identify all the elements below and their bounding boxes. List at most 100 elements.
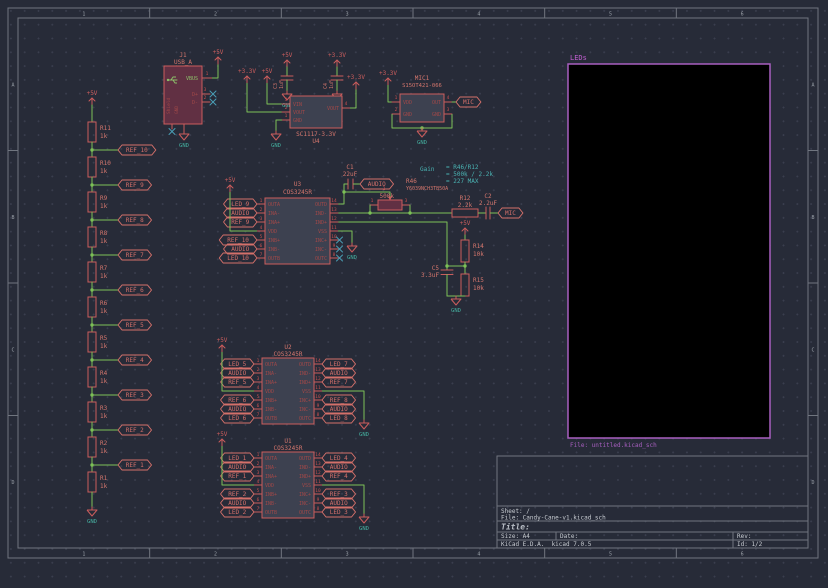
resistor-R4[interactable]: R41k (88, 367, 108, 387)
titleblock-size: Size: A4 (501, 533, 530, 540)
net-label-REF_9[interactable]: REF_9 (118, 180, 152, 190)
power-symbol-+3.3V[interactable]: +3.3V (238, 68, 256, 83)
pin-name: IND+ (299, 474, 311, 480)
pin-number: 1 (371, 198, 374, 204)
resistor-R15[interactable]: R1510k (461, 274, 484, 296)
pin-number: 1 (257, 358, 260, 364)
value: 1k (100, 308, 108, 315)
power-symbol-+5V[interactable]: +5V (87, 90, 98, 105)
power-symbol-+3.3V[interactable]: +3.3V (347, 74, 365, 89)
resistor-R2[interactable]: R21k (88, 437, 108, 457)
net-label-text: AUDIO (330, 500, 348, 507)
frame-column-label: 6 (741, 552, 744, 558)
gnd-symbol[interactable]: GND (417, 128, 427, 146)
power-label: +3.3V (347, 74, 365, 81)
gnd-symbol[interactable]: GND (359, 420, 369, 438)
resistor-R8[interactable]: R81k (88, 227, 108, 247)
power-symbol-+5V[interactable]: +5V (213, 49, 224, 64)
sheet-name: LEDs (570, 54, 587, 62)
net-label-text: AUDIO (228, 406, 246, 413)
net-label-REF_10[interactable]: REF_10 (118, 145, 156, 155)
value: 1k (100, 378, 108, 385)
net-label-REF_7[interactable]: REF_7 (118, 250, 152, 260)
gnd-symbol[interactable]: GND (359, 514, 369, 532)
frame-column-label: 4 (477, 552, 480, 558)
net-label-text: LED_1 (228, 455, 246, 462)
regulator-U4[interactable]: +3.3V+5V3VIN2VOUT1GND4VOUTGND+3.3VSC1117… (238, 68, 365, 149)
pin-number: 13 (315, 461, 321, 467)
ref-des: U3 (294, 181, 302, 188)
pin-name: OUT (432, 100, 441, 106)
net-label-text: LED_7 (330, 361, 348, 368)
resistor-R10[interactable]: R101k (88, 157, 111, 177)
resistor-R14[interactable]: R1410k (461, 240, 484, 262)
gnd-symbol[interactable]: GND (451, 296, 461, 314)
net-label-text: LED_2 (228, 509, 246, 516)
net-label-REF_8[interactable]: REF_8 (118, 215, 152, 225)
opamp-U1[interactable]: U1COS3245R1OUTALED_114OUTDLED_42INA-AUDI… (217, 431, 369, 532)
pin-number: 7 (257, 412, 260, 418)
gnd-symbol[interactable]: GND (347, 243, 357, 261)
value: 1k (100, 133, 108, 140)
power-symbol-+5V[interactable]: +5V (225, 177, 236, 192)
pin-name: INC+ (299, 398, 311, 404)
power-label: +5V (225, 177, 236, 184)
resistor-R7[interactable]: R71k (88, 262, 108, 282)
resistor-R6[interactable]: R61k (88, 297, 108, 317)
reference-ladder[interactable]: +5V R111k REF_10 R101k REF_9 R91k REF_8 R81k REF… (87, 90, 156, 525)
opamp-U2[interactable]: U2COS3245R1OUTALED_514OUTDLED_72INA-AUDI… (217, 337, 369, 438)
opamp-U3[interactable]: U3COS3245R1OUTALED_914OUTD2INA-AUDIO13IN… (219, 177, 357, 264)
resistor-R11[interactable]: R111k (88, 122, 111, 142)
resistor-R12[interactable]: R122.2k (452, 195, 478, 217)
gnd-symbol[interactable]: GND (271, 131, 281, 149)
net-label-AUDIO[interactable]: AUDIO (360, 179, 394, 189)
net-label-MIC[interactable]: MIC (498, 208, 523, 218)
power-symbol-+5V[interactable]: +5V (262, 68, 273, 83)
net-label-text: AUDIO (228, 370, 246, 377)
power-symbol-+5V[interactable]: +5V (282, 52, 293, 67)
net-label-REF_1[interactable]: REF_1 (118, 460, 152, 470)
pin-name: INC- (299, 407, 311, 413)
pin-number: 1 (257, 452, 260, 458)
net-label-text: REF_8 (126, 217, 144, 224)
power-symbol-+3.3V[interactable]: +3.3V (379, 70, 397, 85)
resistor-R3[interactable]: R31k (88, 402, 108, 422)
net-label-REF_2[interactable]: REF_2 (118, 425, 152, 435)
power-symbol-+5V[interactable]: +5V (217, 431, 228, 446)
frame-column-label: 2 (214, 12, 217, 18)
usb-connector-J1[interactable]: J1USB_AVBUSD+D-132ShieldGNDGND+5V (164, 49, 224, 149)
note-text: = 500k / 2.2k (446, 171, 493, 178)
value: 1k (100, 448, 108, 455)
schematic-canvas[interactable]: 112233445566AABBCCDDSheet: /File: Candy-… (0, 0, 828, 588)
hierarchical-sheet-LEDs[interactable]: LEDsFile: untitled.kicad_sch (568, 54, 770, 449)
junction-dot (90, 218, 93, 221)
resistor-R9[interactable]: R91k (88, 192, 108, 212)
power-symbol-+5V[interactable]: +5V (217, 337, 228, 352)
value: COS3245R (274, 445, 303, 452)
frame-column-label: 6 (741, 12, 744, 18)
schematic-svg[interactable]: 112233445566AABBCCDDSheet: /File: Candy-… (0, 0, 828, 588)
value: 500k (380, 193, 395, 200)
net-label-REF_6[interactable]: REF_6 (118, 285, 152, 295)
pin-number: 12 (331, 216, 337, 222)
pin-name: INB- (268, 247, 280, 253)
resistor-R5[interactable]: R51k (88, 332, 108, 352)
gnd-label: GND (179, 143, 189, 149)
net-label-REF_4[interactable]: REF_4 (118, 355, 152, 365)
net-label-REF_3[interactable]: REF_3 (118, 390, 152, 400)
microphone-MIC1[interactable]: +3.3V1243VDDGNDOUTGNDGNDMICMIC1S15OT421-… (379, 70, 481, 146)
net-label-REF_5[interactable]: REF_5 (118, 320, 152, 330)
power-symbol-+3.3V[interactable]: +3.3V (328, 52, 346, 67)
mic-amp-stage[interactable]: C122uFAUDIO123R46Y6039NCH3TB50A500kR122.… (338, 164, 523, 314)
frame-column-label: 2 (214, 552, 217, 558)
power-symbol-+5V[interactable]: +5V (460, 220, 471, 235)
resistor-R1[interactable]: R11k (88, 472, 108, 492)
net-label-text: REF_9 (231, 219, 249, 226)
pin-name: GND (174, 106, 180, 114)
power-label: +5V (282, 52, 293, 59)
titleblock-id: Id: 1/2 (737, 541, 763, 548)
gnd-label: GND (417, 140, 427, 146)
gnd-symbol[interactable]: GND (179, 131, 189, 149)
net-label-MIC[interactable]: MIC (456, 97, 481, 107)
gnd-symbol[interactable]: GND (87, 507, 97, 525)
